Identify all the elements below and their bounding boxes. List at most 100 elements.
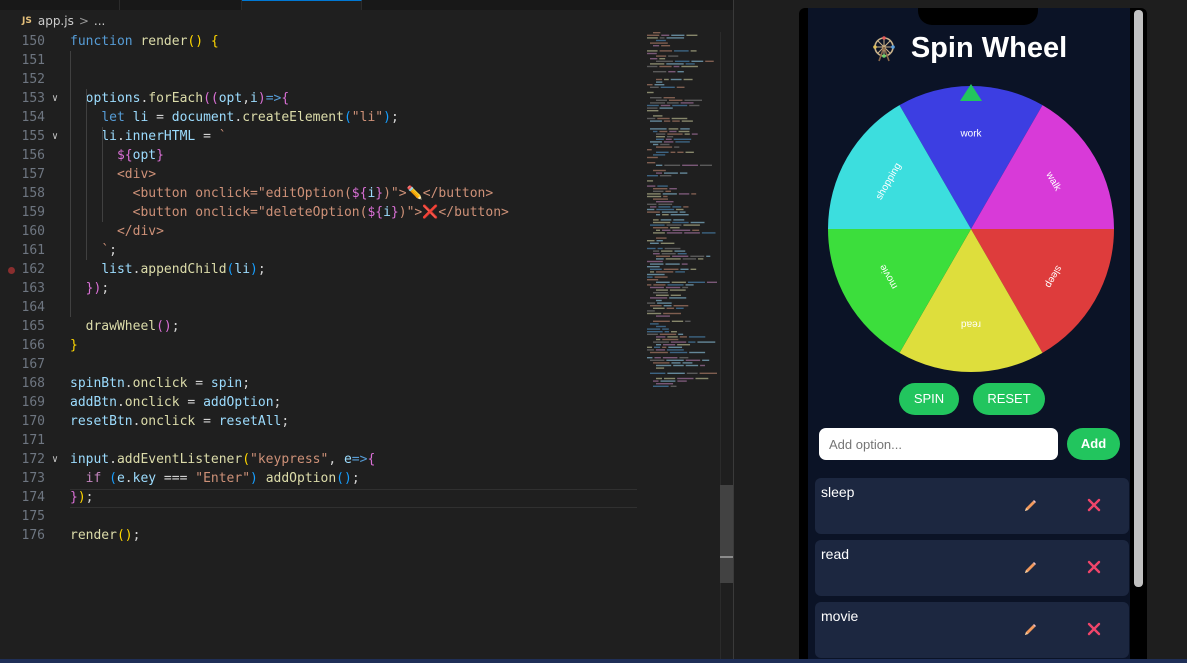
minimap-line [659,107,673,109]
minimap[interactable] [645,30,720,390]
code-line[interactable]: 171 [0,431,640,450]
code-area[interactable]: 150 function render() {151 152 153 ∨ options… [0,32,640,545]
editor-scrollbar-thumb[interactable] [720,485,733,583]
code-text: input.addEventListener("keypress", e=>{ [70,450,375,469]
code-line[interactable]: 175 [0,507,640,526]
fold-chevron-icon[interactable]: ∨ [52,89,64,108]
minimap-line [700,364,705,367]
code-line[interactable]: 153 ∨ options.forEach((opt,i)=>{ [0,89,640,108]
delete-x-icon[interactable] [1086,497,1102,513]
minimap-line [671,281,686,283]
preview-scrollbar[interactable] [1134,10,1143,587]
breadcrumb-file[interactable]: app.js [38,14,74,28]
code-line[interactable]: 168 spinBtn.onclick = spin; [0,374,640,393]
minimap-line [656,258,664,260]
minimap-line [705,60,714,62]
code-line[interactable]: 154 let li = document.createElement("li"… [0,108,640,127]
line-number: 161 [21,243,45,258]
spin-button[interactable]: SPIN [899,383,959,415]
code-line[interactable]: 159 <button onclick="deleteOption(${i})"… [0,203,640,222]
reset-button[interactable]: RESET [973,383,1045,415]
editor-tab[interactable] [120,0,242,10]
code-line[interactable]: 173 if (e.key === "Enter") addOption(); [0,469,640,488]
code-line[interactable]: 169 addBtn.onclick = addOption; [0,393,640,412]
code-token: opt [218,91,243,106]
add-button[interactable]: Add [1067,428,1120,460]
line-number: 152 [21,72,45,87]
code-line[interactable]: 160 </div> [0,222,640,241]
minimap-line [653,198,669,200]
code-line[interactable]: 151 [0,51,640,70]
spin-wheel[interactable]: workwalksleepreadmovieshopping [826,84,1116,374]
code-token: ; [171,319,180,334]
minimap-line [679,172,688,174]
code-text: drawWheel(); [70,317,180,336]
breakpoint-icon[interactable] [8,267,15,274]
code-editor[interactable]: JS app.js > ... 150 function render() {15… [0,0,733,663]
code-line[interactable]: 167 [0,355,640,374]
code-line[interactable]: 164 [0,298,640,317]
minimap-line [653,253,660,255]
minimap-line [647,104,659,107]
minimap-line [659,65,672,68]
delete-x-icon[interactable] [1086,621,1102,637]
minimap-line [663,344,676,346]
minimap-line [664,377,676,380]
code-text: addBtn.onclick = addOption; [70,393,281,412]
pencil-icon[interactable] [1022,622,1038,638]
editor-tab[interactable] [0,0,120,10]
code-token: { [367,452,376,467]
minimap-line [669,289,686,291]
delete-x-icon[interactable] [1086,559,1102,575]
minimap-line [670,227,680,229]
breadcrumb-symbol[interactable]: ... [94,14,105,28]
code-line[interactable]: 156 ${opt} [0,146,640,165]
fold-chevron-icon[interactable]: ∨ [52,127,64,146]
minimap-line [653,232,665,234]
minimap-line [673,364,684,367]
minimap-line [699,372,717,374]
code-line[interactable]: 172 ∨ input.addEventListener("keypress", e… [0,450,640,469]
code-line[interactable]: 155 ∨ li.innerHTML = ` [0,127,640,146]
pencil-icon[interactable] [1022,560,1038,576]
code-line[interactable]: 162 list.appendChild(li); [0,260,640,279]
minimap-line [671,117,688,120]
code-line[interactable]: 150 function render() { [0,32,640,51]
minimap-line [653,32,661,34]
add-option-input[interactable] [819,428,1058,460]
code-token: ; [242,376,251,391]
minimap-line [659,37,665,39]
code-token: . [109,452,117,467]
minimap-line [670,214,689,216]
code-token: function [70,34,141,49]
minimap-line [647,211,660,213]
minimap-line [653,169,666,172]
pencil-icon[interactable] [1022,498,1038,514]
code-token: </div> [116,224,164,239]
minimap-line [665,286,681,289]
code-line[interactable]: 166} [0,336,640,355]
code-line[interactable]: 165 drawWheel(); [0,317,640,336]
code-token: () [336,471,352,486]
minimap-line [677,71,684,73]
code-line[interactable]: 161 `; [0,241,640,260]
code-line[interactable]: 163 }); [0,279,640,298]
minimap-line [656,338,661,341]
code-line[interactable]: 176 render(); [0,526,640,545]
code-text: }); [70,279,109,298]
code-token: ( [343,110,352,125]
fold-chevron-icon[interactable]: ∨ [52,450,64,469]
code-line[interactable]: 158 <button onclick="editOption(${i})">✏… [0,184,640,203]
minimap-line [676,86,685,88]
code-line[interactable]: 170 resetBtn.onclick = resetAll; [0,412,640,431]
code-line[interactable]: 152 [0,70,640,89]
editor-tab-active[interactable] [242,0,362,10]
minimap-line [677,380,687,382]
minimap-line [650,271,655,273]
line-number: 173 [21,471,45,486]
minimap-line [706,255,711,257]
option-label: movie [821,608,859,624]
code-line[interactable]: 157 <div> [0,165,640,184]
minimap-line [659,50,673,52]
app-screen: Spin Wheel work walk sleep read movie shoppin… [808,8,1130,663]
